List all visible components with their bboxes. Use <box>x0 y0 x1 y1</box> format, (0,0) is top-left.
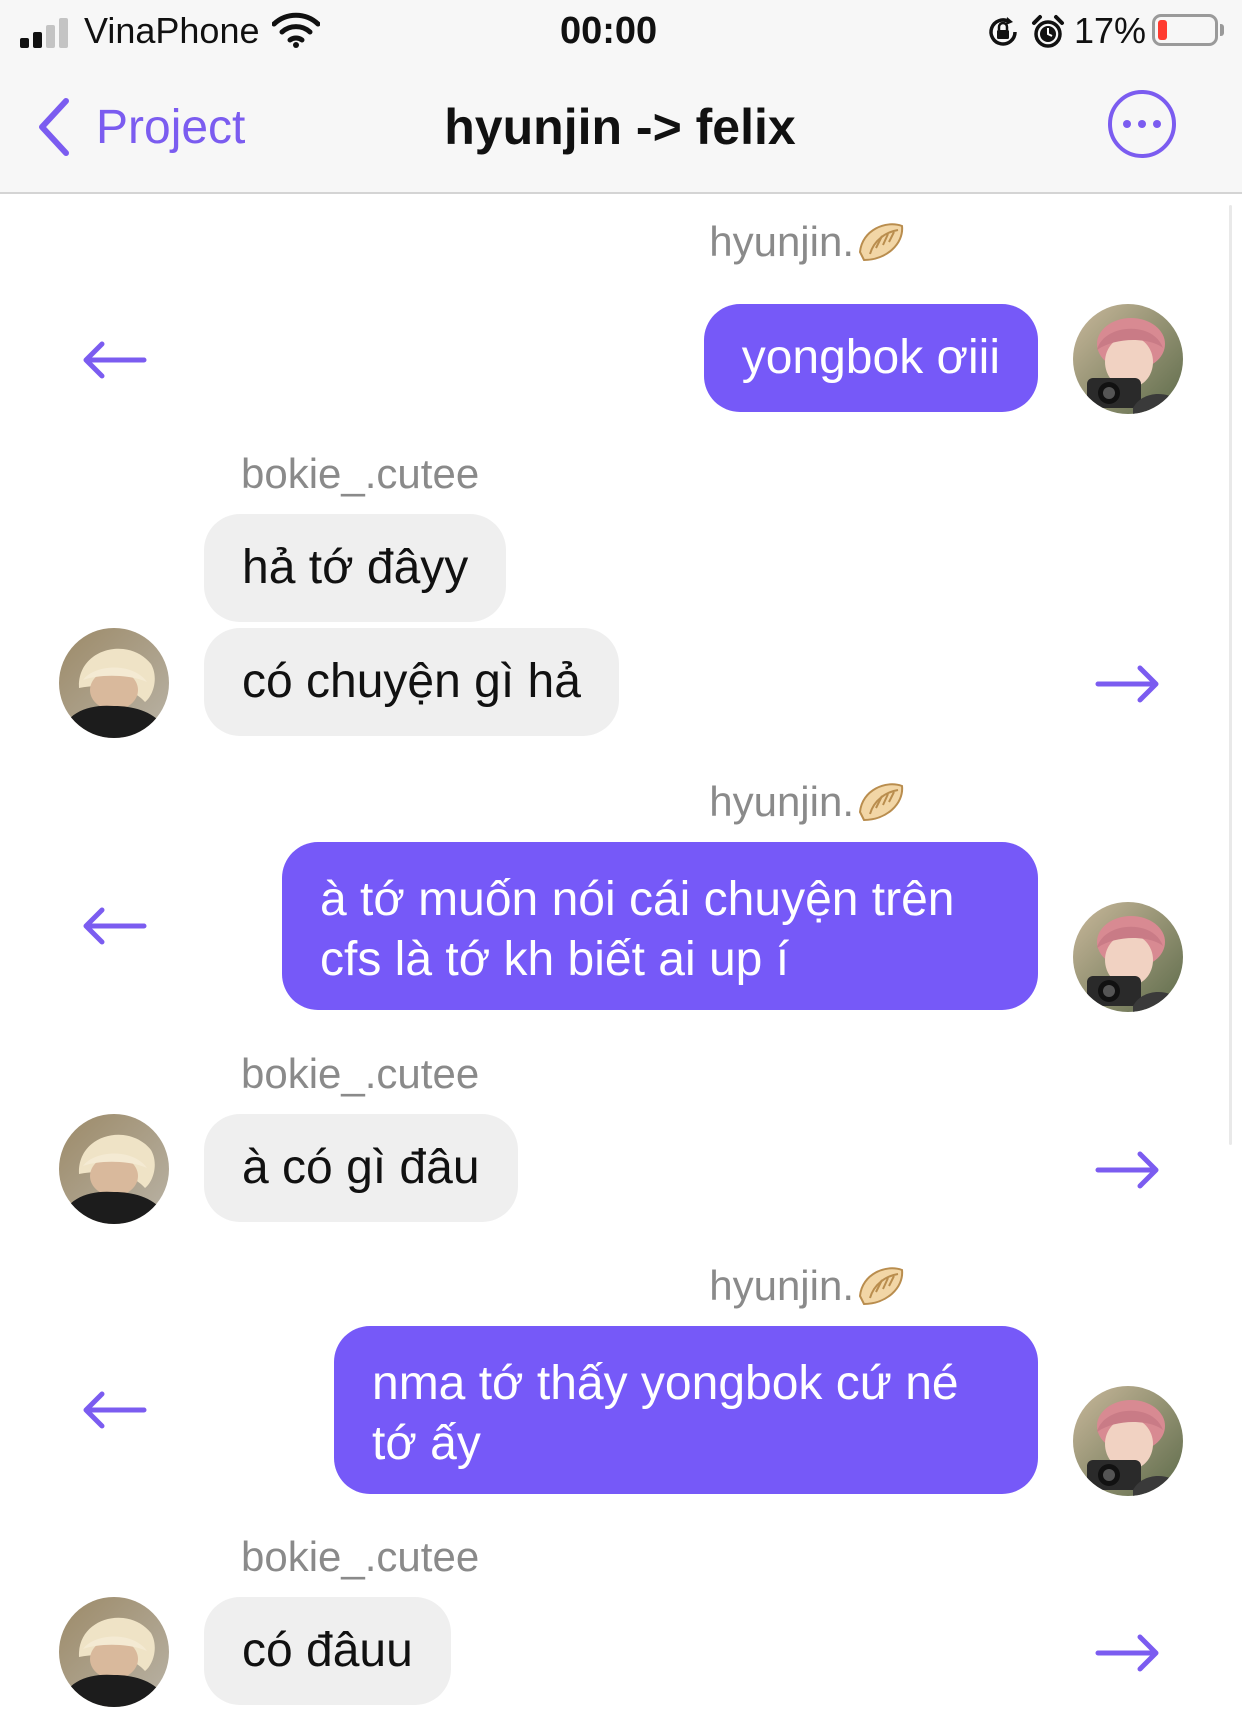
sender-name: bokie_.cutee <box>241 1050 480 1097</box>
status-bar: VinaPhone 00:00 17% <box>0 0 1242 62</box>
reply-arrow-left[interactable] <box>80 340 148 380</box>
sender-name: bokie_.cutee <box>241 450 480 497</box>
wifi-icon <box>272 12 320 48</box>
message-bubble-incoming[interactable]: à có gì đâu <box>204 1114 518 1222</box>
sender-name: hyunjin. <box>709 218 906 268</box>
message-bubble-outgoing[interactable]: nma tớ thấy yongbok cứ né tớ ấy <box>334 1326 1038 1494</box>
avatar-hyunjin[interactable] <box>1073 902 1183 1012</box>
back-label: Project <box>96 100 246 154</box>
message-bubble-incoming[interactable]: có đâuu <box>204 1597 451 1705</box>
avatar-felix[interactable] <box>59 628 169 738</box>
message-bubble-incoming[interactable]: có chuyện gì hả <box>204 628 619 736</box>
dumpling-emoji-icon <box>858 1267 904 1305</box>
arrow-right-icon <box>1095 1151 1159 1189</box>
sender-name: bokie_.cutee <box>241 1533 480 1580</box>
battery-percent: 17% <box>1074 10 1147 51</box>
sender-name: hyunjin. <box>709 1262 906 1312</box>
arrow-left-icon <box>83 341 147 379</box>
avatar-photo <box>59 1114 169 1224</box>
avatar-felix[interactable] <box>59 1114 169 1224</box>
avatar-hyunjin[interactable] <box>1073 304 1183 414</box>
avatar-photo <box>59 628 169 738</box>
signal-icon <box>20 14 76 48</box>
reply-arrow-right[interactable] <box>1094 1633 1162 1673</box>
message-bubble-incoming[interactable]: hả tớ đâyy <box>204 514 507 622</box>
avatar-photo <box>59 1597 169 1707</box>
dumpling-emoji-icon <box>858 223 904 261</box>
nav-bar: Project hyunjin -> felix <box>0 62 1242 194</box>
arrow-right-icon <box>1095 665 1159 703</box>
avatar-felix[interactable] <box>59 1597 169 1707</box>
battery-icon <box>1152 14 1218 46</box>
message-bubble-outgoing[interactable]: yongbok ơiii <box>703 304 1038 412</box>
sender-name: hyunjin. <box>709 778 906 828</box>
avatar-photo <box>1073 304 1183 414</box>
arrow-left-icon <box>83 1391 147 1429</box>
carrier-name: VinaPhone <box>84 10 260 51</box>
page-title: hyunjin -> felix <box>444 99 796 155</box>
arrow-right-icon <box>1095 1634 1159 1672</box>
avatar-photo <box>1073 1386 1183 1496</box>
status-time: 00:00 <box>560 10 658 52</box>
back-button[interactable]: Project <box>36 92 245 162</box>
dumpling-emoji-icon <box>858 783 904 821</box>
scroll-indicator[interactable] <box>1229 205 1232 1145</box>
battery-nub <box>1220 24 1224 36</box>
chevron-left-icon <box>39 98 69 156</box>
battery-level-fill <box>1158 20 1167 40</box>
reply-arrow-left[interactable] <box>80 1390 148 1430</box>
alarm-icon <box>1032 15 1064 48</box>
more-options-button[interactable] <box>1108 90 1176 158</box>
avatar-hyunjin[interactable] <box>1073 1386 1183 1496</box>
orientation-lock-icon <box>989 17 1017 46</box>
reply-arrow-left[interactable] <box>80 906 148 946</box>
reply-arrow-right[interactable] <box>1094 664 1162 704</box>
more-options-icon <box>1123 120 1131 128</box>
avatar-photo <box>1073 902 1183 1012</box>
reply-arrow-right[interactable] <box>1094 1150 1162 1190</box>
message-bubble-outgoing[interactable]: à tớ muốn nói cái chuyện trên cfs là tớ … <box>282 842 1038 1010</box>
arrow-left-icon <box>83 907 147 945</box>
